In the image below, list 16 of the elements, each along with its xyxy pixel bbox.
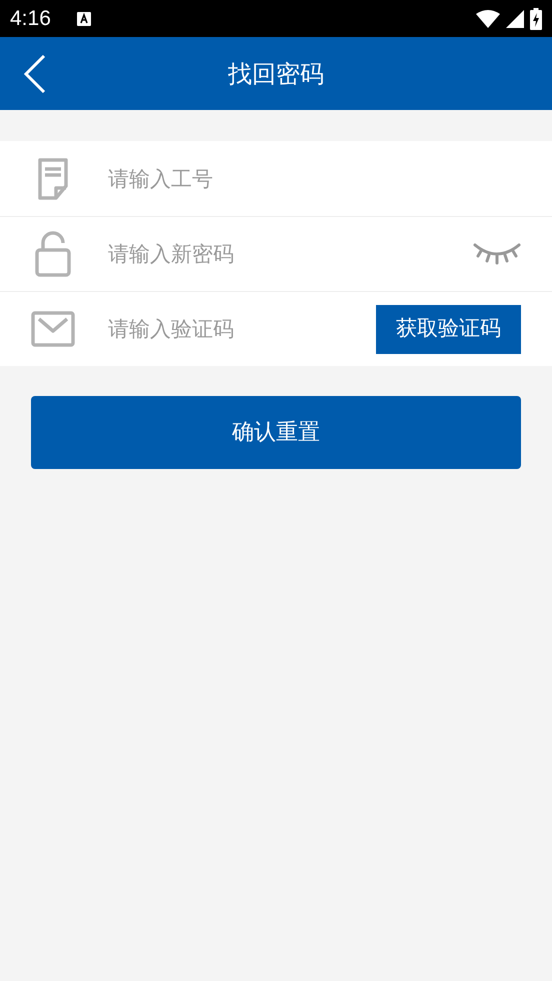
status-time: 4:16 bbox=[10, 6, 51, 32]
text-field[interactable]: 请输入新密码 bbox=[108, 229, 473, 279]
battery-icon bbox=[530, 8, 542, 30]
note-icon bbox=[36, 158, 70, 200]
unlocked-padlock-icon bbox=[35, 231, 71, 277]
text-field[interactable]: 请输入验证码 bbox=[108, 304, 376, 354]
page-title: 找回密码 bbox=[228, 58, 324, 90]
get-code-button[interactable]: 获取验证码 bbox=[376, 304, 521, 354]
text-field[interactable]: 请输入工号 bbox=[108, 154, 521, 204]
wifi-icon bbox=[476, 10, 500, 28]
back-chevron-icon bbox=[24, 54, 46, 92]
closed-eye-icon[interactable] bbox=[473, 241, 521, 267]
confirm-reset-button[interactable]: 确认重置 bbox=[31, 396, 521, 469]
signal-icon bbox=[506, 10, 524, 28]
envelope-icon bbox=[31, 311, 75, 347]
notification-icon bbox=[76, 12, 91, 26]
